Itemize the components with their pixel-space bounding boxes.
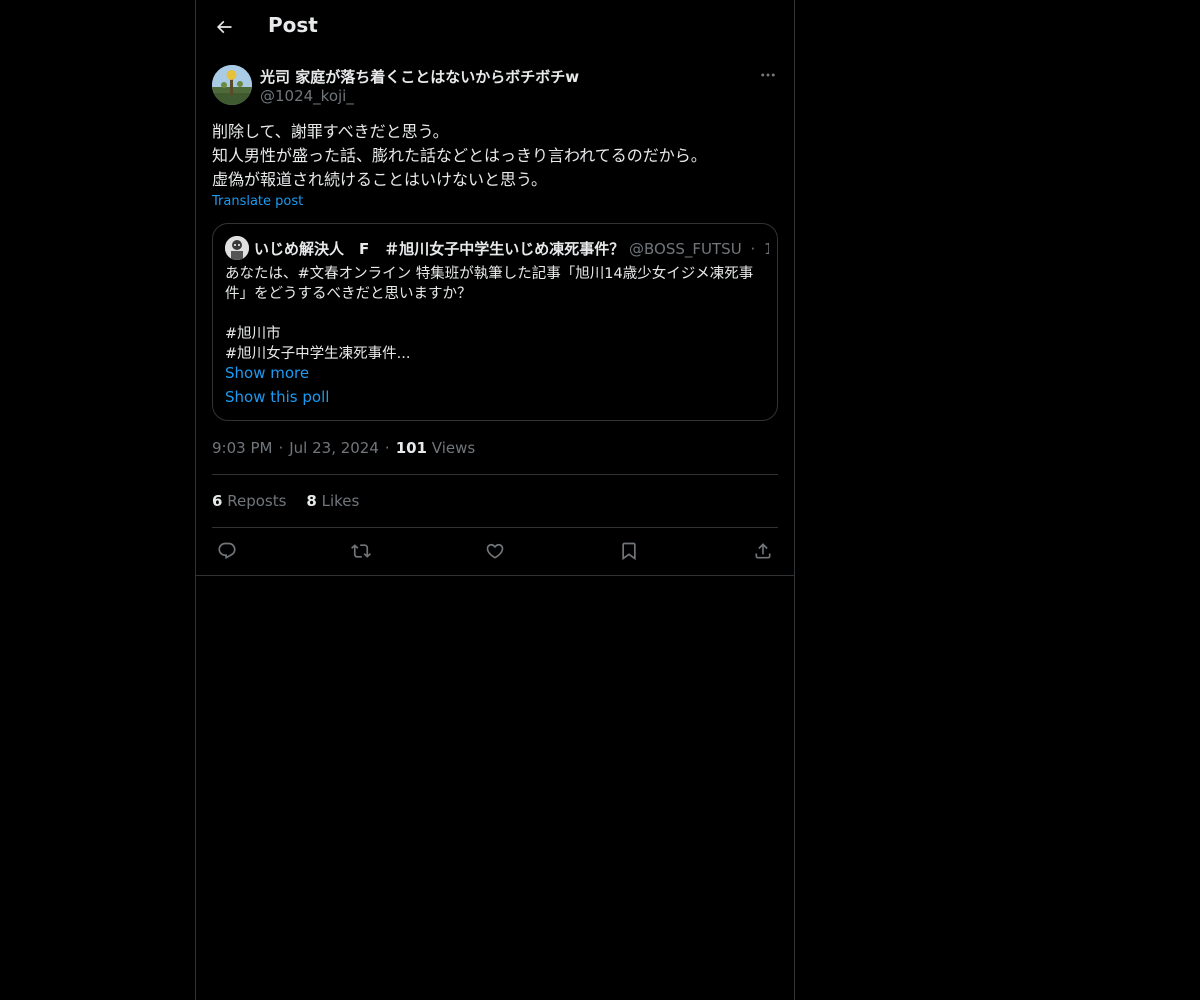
views-count: 101: [395, 439, 427, 457]
like-button[interactable]: [480, 538, 510, 564]
reposts-label: Reposts: [227, 492, 287, 510]
quote-author-handle: @BOSS_FUTSU: [629, 240, 742, 258]
post-bottom-border: [196, 575, 794, 576]
quote-text-blank-line: [225, 304, 767, 324]
share-icon: [755, 543, 771, 559]
avatar[interactable]: [212, 65, 252, 105]
quote-text-line: 件」をどうするべきだと思いますか？: [225, 286, 472, 302]
reply-icon: [218, 542, 236, 560]
divider: [212, 474, 778, 475]
post-meta: 9:03 PM · Jul 23, 2024 · 101 Views: [212, 439, 475, 457]
quote-time: 1h: [764, 240, 769, 258]
quote-avatar: [225, 236, 249, 260]
post-detail-column: Post 光司 家庭が落ち着くことはないからボチボチw @1024_koji_: [195, 0, 795, 1000]
author-handle[interactable]: @1024_koji_: [260, 87, 354, 105]
translate-post-link[interactable]: Translate post: [212, 194, 303, 209]
bookmark-icon: [622, 542, 636, 561]
views-label: Views: [431, 439, 476, 457]
avatar-image: [212, 65, 252, 105]
quote-header: いじめ解決人 F ＃旭川女子中学生いじめ凍死事件？ @BOSS_FUTSU · …: [254, 238, 769, 259]
reposts-stat[interactable]: 6 Reposts: [212, 492, 286, 510]
post-time[interactable]: 9:03 PM: [212, 439, 272, 457]
post-date[interactable]: Jul 23, 2024: [289, 439, 379, 457]
repost-button[interactable]: [346, 538, 376, 564]
likes-stat[interactable]: 8 Likes: [306, 492, 359, 510]
page-header: Post: [196, 0, 794, 53]
repost-icon: [351, 544, 371, 558]
quote-author-name: いじめ解決人 F ＃旭川女子中学生いじめ凍死事件？: [254, 240, 625, 258]
divider: [212, 527, 778, 528]
quote-text-line: あなたは、#文春オンライン 特集班が執筆した記事「旭川14歳少女イジメ凍死事: [225, 266, 754, 282]
action-bar: [212, 538, 778, 564]
page-title: Post: [268, 13, 318, 37]
arrow-left-icon: [216, 20, 232, 34]
reply-button[interactable]: [212, 538, 242, 564]
back-button[interactable]: [208, 10, 240, 44]
reposts-count: 6: [212, 492, 223, 510]
quote-text: あなたは、#文春オンライン 特集班が執筆した記事「旭川14歳少女イジメ凍死事 件…: [225, 264, 767, 364]
heart-icon: [486, 543, 504, 559]
quote-avatar-image: [225, 236, 249, 260]
likes-count: 8: [306, 492, 317, 510]
post-text-line: 虚偽が報道され続けることはいけないと思う。: [212, 170, 548, 189]
more-options-button[interactable]: [758, 64, 778, 86]
bookmark-button[interactable]: [614, 538, 644, 564]
author-name[interactable]: 光司 家庭が落ち着くことはないからボチボチw: [260, 66, 579, 87]
post-text-line: 知人男性が盛った話、膨れた話などとはっきり言われてるのだから。: [212, 146, 707, 165]
quoted-post[interactable]: いじめ解決人 F ＃旭川女子中学生いじめ凍死事件？ @BOSS_FUTSU · …: [212, 223, 778, 421]
show-more-link[interactable]: Show more: [225, 364, 309, 382]
quote-text-line: #旭川市: [225, 326, 281, 342]
meta-separator: ·: [384, 439, 390, 457]
post-text-line: 削除して、謝罪すべきだと思う。: [212, 122, 449, 141]
post-stats: 6 Reposts 8 Likes: [212, 492, 359, 510]
quote-text-line: #旭川女子中学生凍死事件...: [225, 346, 411, 362]
more-horizontal-icon: [761, 73, 775, 77]
meta-separator: ·: [278, 439, 284, 457]
share-button[interactable]: [748, 538, 778, 564]
show-poll-link[interactable]: Show this poll: [225, 388, 329, 406]
likes-label: Likes: [321, 492, 360, 510]
post-text: 削除して、謝罪すべきだと思う。 知人男性が盛った話、膨れた話などとはっきり言われ…: [212, 120, 778, 192]
quote-separator: ·: [750, 240, 756, 258]
